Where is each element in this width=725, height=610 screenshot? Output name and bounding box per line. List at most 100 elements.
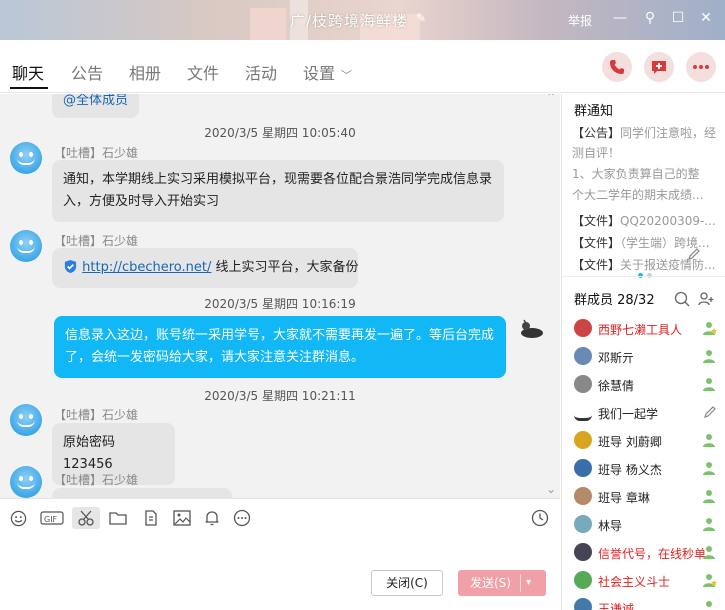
member-role-icon xyxy=(703,574,717,587)
pin-icon[interactable]: ⚲ xyxy=(640,10,660,26)
member-item[interactable]: 王谦诚 xyxy=(574,597,724,610)
doc-button[interactable] xyxy=(138,507,164,529)
mention-all-text: @全体成员 xyxy=(63,94,129,108)
member-avatar[interactable] xyxy=(574,571,592,589)
tab-activity[interactable]: 活动 xyxy=(245,60,277,84)
member-item[interactable]: 班导 章琳 xyxy=(574,486,724,508)
avatar[interactable] xyxy=(10,230,42,262)
member-avatar[interactable] xyxy=(574,459,592,477)
active-tab-indicator xyxy=(10,87,48,89)
member-item[interactable]: 我们一起学 xyxy=(574,402,724,424)
sender-name: 【吐槽】石少雄 xyxy=(54,146,139,160)
notify-button[interactable] xyxy=(199,507,225,529)
member-role-icon xyxy=(703,378,715,391)
member-role-icon xyxy=(703,490,715,503)
my-avatar[interactable] xyxy=(518,316,546,340)
member-item[interactable]: 林导 xyxy=(574,514,724,536)
pencil-icon[interactable] xyxy=(686,246,702,262)
member-item[interactable]: 班导 杨义杰 xyxy=(574,458,724,480)
member-role-icon xyxy=(703,462,715,475)
member-avatar[interactable] xyxy=(574,431,592,449)
message-input-area[interactable]: GIF 关闭(C) 发送(S) ▾ xyxy=(0,498,560,610)
platform-link[interactable]: http://cbechero.net/ xyxy=(82,260,211,275)
member-avatar[interactable] xyxy=(574,543,592,561)
member-name: 徐慧倩 xyxy=(598,379,635,393)
more-tools-button[interactable] xyxy=(229,507,255,529)
member-avatar[interactable] xyxy=(574,319,592,337)
chat-message-area[interactable]: @全体成员 ⌃ 2020/3/5 星期四 10:05:40 【吐槽】石少雄 通知… xyxy=(0,94,560,498)
close-window-button[interactable]: ✕ xyxy=(696,10,716,26)
image-button[interactable] xyxy=(169,507,195,529)
avatar[interactable] xyxy=(10,142,42,174)
member-avatar[interactable] xyxy=(574,403,592,421)
sender-name: 【吐槽】石少雄 xyxy=(54,234,139,248)
notice-pager[interactable] xyxy=(638,267,656,282)
message-bubble xyxy=(52,488,232,498)
member-role-icon xyxy=(703,322,717,335)
send-button[interactable]: 发送(S) ▾ xyxy=(458,570,546,596)
member-item[interactable]: 徐慧倩 xyxy=(574,374,724,396)
edit-title-icon[interactable]: ✎ xyxy=(416,11,426,25)
member-item[interactable]: 邓斯亓 xyxy=(574,346,724,368)
tab-settings[interactable]: 设置 ﹀ xyxy=(303,60,352,84)
panel-divider xyxy=(562,276,725,277)
document-icon xyxy=(145,510,157,526)
member-role-icon xyxy=(703,434,715,447)
member-avatar[interactable] xyxy=(574,487,592,505)
sender-name: 【吐槽】石少雄 xyxy=(54,473,139,487)
tab-announcement[interactable]: 公告 xyxy=(71,60,103,84)
tab-files[interactable]: 文件 xyxy=(187,60,219,84)
avatar[interactable] xyxy=(10,404,42,436)
gif-button[interactable]: GIF xyxy=(38,507,66,529)
member-avatar[interactable] xyxy=(574,515,592,533)
member-name: 班导 杨义杰 xyxy=(598,463,662,477)
members-title: 群成员 28/32 xyxy=(574,293,655,308)
scissors-icon xyxy=(78,510,94,526)
notice-item-text: 个大二学年的期末成绩... xyxy=(572,188,704,202)
emoji-icon xyxy=(10,510,26,526)
file-item[interactable]: 【文件】QQ20200309-... xyxy=(572,212,720,229)
folder-button[interactable] xyxy=(105,507,131,529)
more-circle-icon xyxy=(233,509,251,527)
scroll-bottom-icon[interactable]: ⌄ xyxy=(546,482,556,496)
message-timestamp: 2020/3/5 星期四 10:16:19 xyxy=(204,297,356,311)
screenshot-button[interactable] xyxy=(72,507,100,529)
member-item[interactable]: 班导 刘蔚卿 xyxy=(574,430,724,452)
member-name: 信誉代号，在线秒单 xyxy=(598,547,707,561)
send-button-divider xyxy=(520,574,521,592)
member-name: 班导 刘蔚卿 xyxy=(598,435,662,449)
member-item[interactable]: 西野七濑工具人 xyxy=(574,318,724,340)
message-bubble: http://cbechero.net/ 线上实习平台，大家备份 xyxy=(52,248,359,288)
close-button[interactable]: 关闭(C) xyxy=(371,570,443,596)
svg-text:GIF: GIF xyxy=(44,515,58,524)
phone-call-button[interactable] xyxy=(602,52,632,82)
member-item[interactable]: 社会主义斗士 xyxy=(574,570,724,592)
maximize-button[interactable]: ☐ xyxy=(668,10,688,26)
collapse-top-icon[interactable]: ⌃ xyxy=(546,94,556,104)
add-message-button[interactable] xyxy=(644,52,674,82)
more-options-button[interactable] xyxy=(686,52,716,82)
message-text: 入，方便及时导入开始实习 xyxy=(63,194,220,209)
minimize-button[interactable]: — xyxy=(610,10,630,26)
member-search-icon[interactable] xyxy=(674,291,690,307)
tab-album[interactable]: 相册 xyxy=(129,60,161,84)
member-role-icon xyxy=(706,601,712,607)
member-avatar[interactable] xyxy=(574,375,592,393)
tab-chat[interactable]: 聊天 xyxy=(12,60,44,84)
member-item[interactable]: 信誉代号，在线秒单 xyxy=(574,542,724,564)
clock-icon xyxy=(531,509,549,527)
avatar[interactable] xyxy=(10,466,42,498)
history-button[interactable] xyxy=(527,507,553,529)
report-link[interactable]: 举报 xyxy=(568,12,592,29)
member-avatar[interactable] xyxy=(574,347,592,365)
gif-icon: GIF xyxy=(40,511,64,525)
send-options-chevron-icon[interactable]: ▾ xyxy=(526,570,531,596)
member-name: 班导 章琳 xyxy=(598,491,650,505)
add-member-icon[interactable] xyxy=(698,291,714,307)
message-bubble: 通知，本学期线上实习采用模拟平台，现需要各位配合景浩同学完成信息录 入，方便及时… xyxy=(52,160,504,222)
emoji-button[interactable] xyxy=(5,507,31,529)
message-text: 线上实习平台，大家备份 xyxy=(211,260,359,275)
member-avatar[interactable] xyxy=(574,598,592,610)
edit-icon xyxy=(704,406,716,418)
notice-item[interactable]: 【公告】同学们注意啦，经 xyxy=(572,124,720,141)
